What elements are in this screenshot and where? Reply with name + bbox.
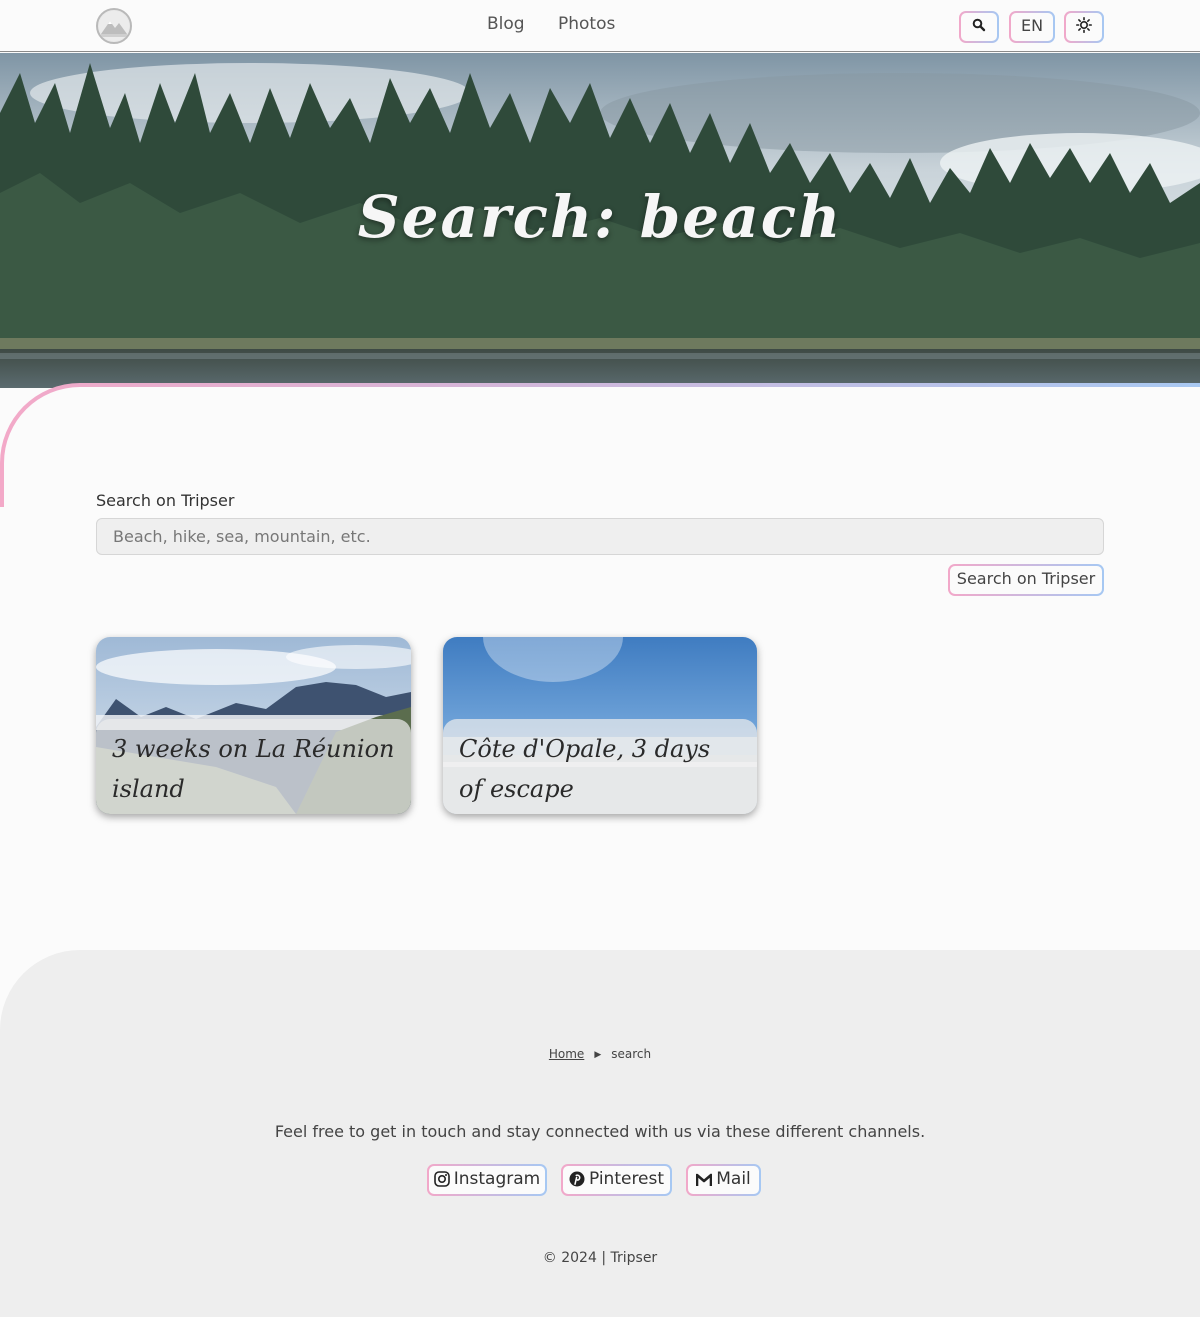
breadcrumb-home-link[interactable]: Home: [549, 1047, 584, 1061]
sun-icon: [1076, 17, 1092, 33]
search-submit-button[interactable]: Search on Tripser: [948, 564, 1104, 596]
top-navbar: Blog Photos EN: [0, 0, 1200, 52]
contact-text: Feel free to get in touch and stay conne…: [274, 1122, 926, 1141]
nav-photos[interactable]: Photos: [558, 14, 615, 34]
result-card[interactable]: 3 weeks on La Réunion island: [96, 637, 411, 814]
result-card[interactable]: Côte d'Opale, 3 days of escape: [443, 637, 757, 814]
mail-button[interactable]: Mail: [686, 1164, 761, 1196]
mail-label: Mail: [716, 1169, 751, 1189]
caret-right-icon: ▶: [594, 1050, 602, 1060]
pinterest-label: Pinterest: [588, 1169, 665, 1189]
instagram-icon: [433, 1171, 450, 1187]
page-title: Search: beach: [357, 183, 843, 251]
breadcrumb: Home ▶ search: [0, 1047, 1200, 1061]
result-card-title: Côte d'Opale, 3 days of escape: [443, 719, 757, 814]
instagram-button[interactable]: Instagram: [427, 1164, 547, 1196]
main-nav: Blog Photos: [487, 14, 643, 34]
search-input[interactable]: [96, 518, 1104, 555]
gmail-icon: [696, 1173, 713, 1186]
pinterest-icon: [569, 1171, 585, 1187]
site-logo[interactable]: [96, 8, 132, 44]
copyright: © 2024 | Tripser: [542, 1250, 658, 1266]
mountain-logo-icon: [99, 11, 129, 41]
instagram-label: Instagram: [453, 1169, 541, 1189]
search-icon: [972, 18, 986, 32]
result-card-title: 3 weeks on La Réunion island: [96, 719, 411, 814]
nav-blog[interactable]: Blog: [487, 14, 525, 34]
hero-banner: Search: beach: [0, 53, 1200, 388]
language-button[interactable]: EN: [1009, 11, 1055, 43]
theme-toggle-button[interactable]: [1064, 11, 1104, 43]
pinterest-button[interactable]: Pinterest: [561, 1164, 672, 1196]
search-label: Search on Tripser: [96, 491, 235, 510]
search-button[interactable]: [959, 11, 999, 43]
breadcrumb-current: search: [611, 1047, 652, 1061]
